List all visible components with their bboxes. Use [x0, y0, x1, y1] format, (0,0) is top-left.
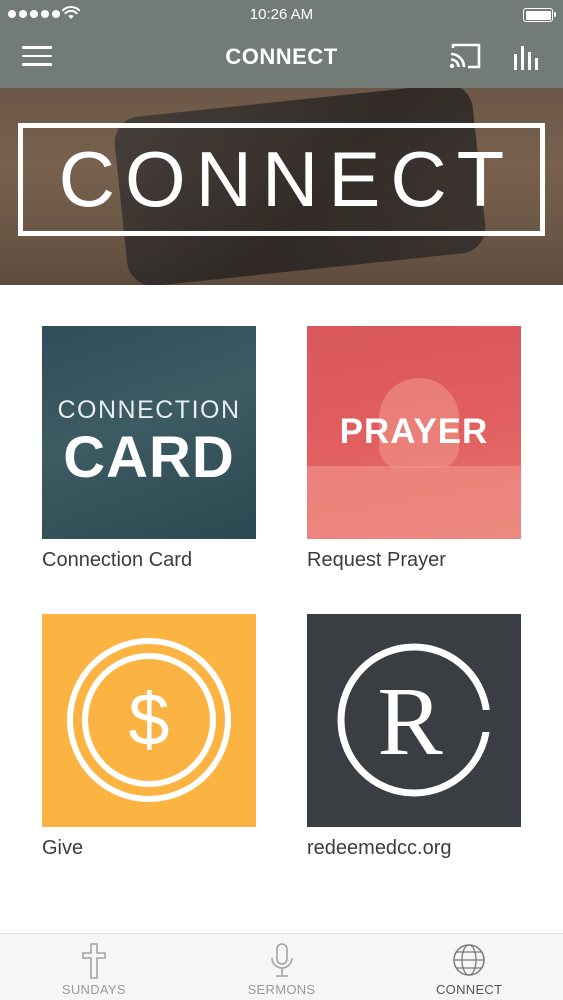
dollar-coin-icon: $: [67, 638, 231, 802]
microphone-icon: [270, 943, 293, 977]
website-image: R: [307, 614, 521, 827]
navigation-bar: CONNECT: [0, 30, 563, 88]
request-prayer-tile[interactable]: PRAYER Request Prayer: [307, 326, 521, 572]
app-screen: 10:26 AM CONNECT CONNECT CONNECTION CARD…: [0, 0, 563, 1000]
tab-sundays-label: SUNDAYS: [61, 982, 126, 997]
battery-icon: [523, 8, 556, 22]
website-tile[interactable]: R redeemedcc.org: [307, 614, 521, 860]
hero-banner: CONNECT: [0, 88, 563, 285]
give-image: $: [42, 614, 256, 827]
bar-chart-icon[interactable]: [512, 42, 540, 72]
banner-title: CONNECT: [58, 135, 515, 223]
hamburger-icon: [22, 46, 52, 49]
status-time: 10:26 AM: [249, 6, 314, 23]
cast-icon[interactable]: [448, 42, 482, 72]
globe-icon: [453, 944, 485, 976]
tab-sermons-label: SERMONS: [247, 982, 316, 997]
tab-sundays[interactable]: SUNDAYS: [0, 934, 188, 1000]
menu-button[interactable]: [22, 46, 52, 68]
give-tile[interactable]: $ Give: [42, 614, 256, 860]
logo-letter: R: [377, 668, 443, 776]
request-prayer-image: PRAYER: [307, 326, 521, 539]
connection-card-image-line1: CONNECTION: [57, 396, 241, 424]
tab-connect[interactable]: CONNECT: [375, 934, 563, 1000]
prayer-image-word: PRAYER: [339, 412, 489, 451]
give-caption: Give: [42, 837, 84, 859]
connection-card-image-line2: CARD: [63, 425, 235, 490]
tab-bar: SUNDAYS SERMONS CONNECT: [0, 933, 563, 1000]
status-bar: 10:26 AM: [0, 0, 563, 30]
connection-card-tile[interactable]: CONNECTION CARD Connection Card: [42, 326, 256, 572]
tab-sermons[interactable]: SERMONS: [188, 934, 376, 1000]
connection-card-image: CONNECTION CARD: [42, 326, 256, 539]
cross-icon: [82, 943, 106, 979]
website-caption: redeemedcc.org: [307, 837, 452, 859]
tab-connect-label: CONNECT: [435, 982, 503, 997]
request-prayer-caption: Request Prayer: [307, 549, 446, 571]
connection-card-caption: Connection Card: [42, 549, 193, 571]
dollar-symbol: $: [128, 678, 169, 761]
redeemed-logo-icon: R: [337, 643, 507, 797]
top-bar: 10:26 AM CONNECT: [0, 0, 563, 88]
